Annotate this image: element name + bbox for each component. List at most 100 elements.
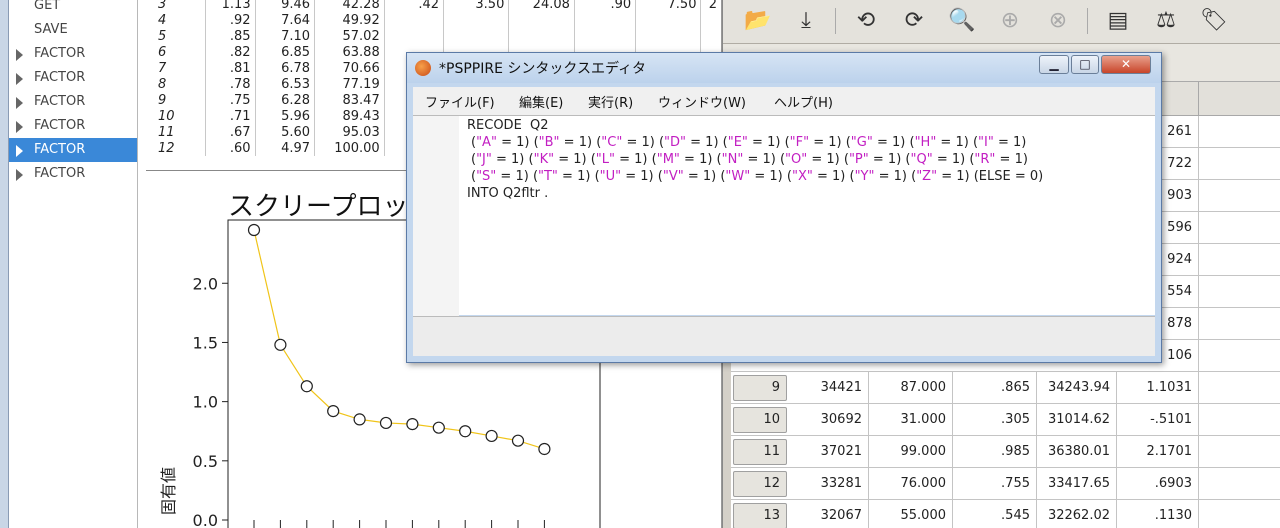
y-axis-label: 固有値: [159, 467, 178, 515]
table-cell[interactable]: .865: [953, 372, 1037, 404]
nav-item-label: FACTOR: [34, 46, 86, 61]
code-line-5: INTO Q2fltr .: [467, 186, 549, 201]
nav-item-factor[interactable]: FACTOR: [9, 42, 137, 66]
table-cell[interactable]: 32262.02: [1037, 500, 1117, 528]
row-header-button[interactable]: 9: [733, 375, 787, 401]
table-cell[interactable]: 32067: [789, 500, 869, 528]
table-cell[interactable]: 33417.65: [1037, 468, 1117, 500]
table-cell[interactable]: 31.000: [869, 404, 953, 436]
table-cell[interactable]: 99.000: [869, 436, 953, 468]
menu-help[interactable]: ヘルプ(H): [774, 92, 833, 111]
row-header-button[interactable]: 11: [733, 439, 787, 465]
table-cell[interactable]: 55.000: [869, 500, 953, 528]
table-cell[interactable]: 31014.62: [1037, 404, 1117, 436]
delete-case-icon[interactable]: ⊗: [1043, 6, 1073, 36]
row-header-button[interactable]: 12: [733, 471, 787, 497]
table-cell[interactable]: .1130: [1117, 500, 1199, 528]
data-point: [327, 405, 340, 418]
expand-triangle-icon[interactable]: [16, 145, 23, 157]
data-point: [485, 429, 498, 443]
nav-item-factor[interactable]: FACTOR: [9, 114, 137, 138]
table-cell[interactable]: 34243.94: [1037, 372, 1117, 404]
table-cell: 77.19: [314, 76, 385, 92]
table-cell[interactable]: .545: [953, 500, 1037, 528]
string-literal: "U": [599, 169, 622, 184]
table-cell[interactable]: 30692: [789, 404, 869, 436]
menu-edit[interactable]: 編集(E): [519, 92, 563, 111]
menu-run[interactable]: 実行(R): [588, 92, 633, 111]
data-point: [379, 416, 393, 430]
nav-item-factor[interactable]: FACTOR: [9, 138, 137, 162]
string-literal: "M": [656, 152, 680, 167]
table-cell: .90: [574, 0, 637, 12]
data-point: [300, 380, 313, 393]
maximize-button[interactable]: □: [1071, 55, 1099, 74]
table-cell[interactable]: 2.1701: [1117, 436, 1199, 468]
table-cell[interactable]: 37021: [789, 436, 869, 468]
string-literal: "S": [476, 169, 497, 184]
table-cell[interactable]: .985: [953, 436, 1037, 468]
table-cell[interactable]: 36380.01: [1037, 436, 1117, 468]
close-button[interactable]: ✕: [1101, 55, 1151, 74]
string-literal: "J": [476, 152, 492, 167]
expand-triangle-icon[interactable]: [16, 169, 23, 181]
table-cell[interactable]: 87.000: [869, 372, 953, 404]
table-cell: .71: [205, 108, 256, 124]
y-tick-label: 1.5: [193, 333, 218, 352]
table-cell[interactable]: .6903: [1117, 468, 1199, 500]
string-literal: "Y": [854, 169, 875, 184]
expand-triangle-icon[interactable]: [16, 97, 23, 109]
weight-cases-icon[interactable]: ⚖: [1151, 6, 1181, 36]
component-number: 9: [146, 92, 206, 108]
table-cell: 57.02: [314, 28, 385, 44]
table-cell: 95.03: [314, 124, 385, 140]
table-cell: 6.78: [255, 60, 316, 76]
row-header-button[interactable]: 10: [733, 407, 787, 433]
save-file-icon[interactable]: ⤓: [791, 6, 821, 36]
table-cell: .42: [384, 0, 445, 12]
table-cell[interactable]: .305: [953, 404, 1037, 436]
goto-case-icon[interactable]: ⟲: [851, 6, 881, 36]
column-header[interactable]: [1199, 82, 1280, 116]
nav-item-factor[interactable]: FACTOR: [9, 90, 137, 114]
expand-triangle-icon[interactable]: [16, 49, 23, 61]
editor-titlebar[interactable]: *PSPPIRE シンタックスエディタ ▁ □ ✕: [407, 53, 1161, 83]
nav-item-save[interactable]: SAVE: [9, 18, 137, 42]
nav-item-factor[interactable]: FACTOR: [9, 66, 137, 90]
table-cell[interactable]: 34421: [789, 372, 869, 404]
table-cell: 70.66: [314, 60, 385, 76]
expand-triangle-icon[interactable]: [16, 73, 23, 85]
component-number: 12: [146, 140, 206, 156]
string-literal: "Z": [916, 169, 938, 184]
table-cell[interactable]: 76.000: [869, 468, 953, 500]
row-header-button[interactable]: 13: [733, 503, 787, 528]
menu-file[interactable]: ファイル(F): [425, 92, 495, 111]
string-literal: "F": [789, 135, 810, 150]
nav-item-get[interactable]: GET: [9, 0, 137, 18]
nav-item-factor[interactable]: FACTOR: [9, 162, 137, 186]
string-literal: "X": [791, 169, 813, 184]
menu-window[interactable]: ウィンドウ(W): [658, 92, 746, 111]
find-icon[interactable]: 🔍: [947, 6, 977, 36]
table-cell[interactable]: -.5101: [1117, 404, 1199, 436]
table-cell: .60: [205, 140, 256, 156]
table-cell: 63.88: [314, 44, 385, 60]
value-labels-icon[interactable]: 🏷: [1199, 6, 1229, 36]
table-cell[interactable]: 33281: [789, 468, 869, 500]
open-file-icon[interactable]: 📂: [743, 6, 773, 36]
syntax-text-area[interactable]: RECODE Q2 ("A" = 1) ("B" = 1) ("C" = 1) …: [413, 115, 1155, 316]
goto-variable-icon[interactable]: ⟳: [899, 6, 929, 36]
y-tick-label: 1.0: [193, 393, 218, 412]
minimize-button[interactable]: ▁: [1039, 55, 1069, 74]
data-point: [459, 425, 472, 438]
split-file-icon[interactable]: ▤: [1103, 6, 1133, 36]
table-cell: .92: [205, 12, 256, 28]
table-cell[interactable]: .755: [953, 468, 1037, 500]
table-cell: .78: [205, 76, 256, 92]
data-toolbar: 📂 ⤓ ⟲ ⟳ 🔍 ⊕ ⊗ ▤ ⚖ 🏷: [723, 0, 1280, 44]
code-line-3: ("J" = 1) ("K" = 1) ("L" = 1) ("M" = 1) …: [471, 152, 1033, 167]
table-cell: [701, 12, 721, 28]
expand-triangle-icon[interactable]: [16, 121, 23, 133]
table-cell[interactable]: 1.1031: [1117, 372, 1199, 404]
insert-case-icon[interactable]: ⊕: [995, 6, 1025, 36]
